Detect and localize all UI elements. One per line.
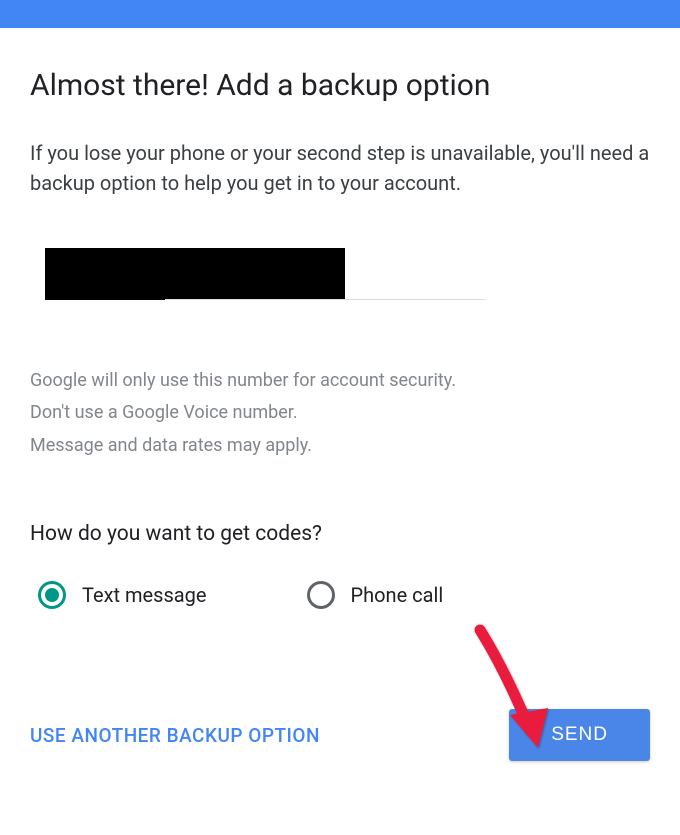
radio-option-phone-call[interactable]: Phone call (307, 581, 444, 609)
disclaimer-line-2: Don't use a Google Voice number. (30, 397, 650, 429)
page-title: Almost there! Add a backup option (30, 68, 650, 103)
footer-actions: USE ANOTHER BACKUP OPTION SEND (30, 709, 650, 761)
radio-label-text-message: Text message (82, 583, 207, 607)
code-method-question: How do you want to get codes? (30, 522, 650, 546)
main-content: Almost there! Add a backup option If you… (0, 28, 680, 791)
disclaimer-line-1: Google will only use this number for acc… (30, 365, 650, 397)
phone-input-underline (165, 294, 485, 300)
top-accent-bar (0, 0, 680, 28)
radio-group: Text message Phone call (30, 581, 650, 609)
phone-number-redacted[interactable] (45, 248, 345, 300)
radio-label-phone-call: Phone call (351, 583, 444, 607)
radio-unselected-icon (307, 581, 335, 609)
description-text: If you lose your phone or your second st… (30, 138, 650, 198)
phone-field-container (30, 248, 650, 300)
radio-selected-icon (38, 581, 66, 609)
use-another-backup-link[interactable]: USE ANOTHER BACKUP OPTION (30, 724, 320, 747)
send-button[interactable]: SEND (509, 709, 650, 761)
disclaimer-line-3: Message and data rates may apply. (30, 430, 650, 462)
radio-option-text-message[interactable]: Text message (38, 581, 207, 609)
disclaimer-text: Google will only use this number for acc… (30, 365, 650, 462)
